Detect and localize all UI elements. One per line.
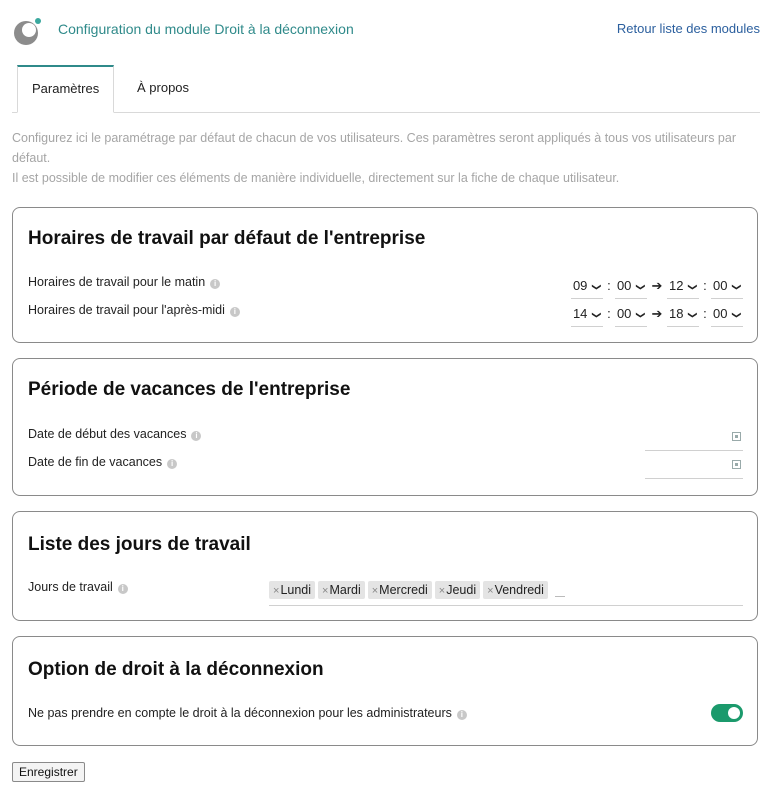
module-title: Configuration du module Droit à la décon… [58, 21, 354, 37]
tag-label: Lundi [280, 583, 312, 597]
info-icon[interactable]: i [210, 279, 221, 289]
afternoon-start-minute-select[interactable]: 00 ❯ [614, 302, 647, 327]
work-days-title: Liste des jours de travail [28, 534, 251, 555]
chevron-down-icon: ❯ [732, 311, 743, 319]
app-logo-icon [14, 18, 41, 45]
save-button[interactable]: Enregistrer [12, 762, 85, 782]
remove-tag-icon[interactable]: × [322, 585, 328, 597]
morning-end-hour-select[interactable]: 12 ❯ [666, 274, 699, 299]
info-icon[interactable]: i [229, 307, 240, 317]
calendar-icon[interactable] [732, 460, 741, 469]
disconnect-option-card: Option de droit à la déconnexion Ne pas … [12, 636, 758, 746]
work-days-label: Jours de travail i [28, 580, 128, 594]
admin-exclusion-label: Ne pas prendre en compte le droit à la d… [28, 706, 467, 720]
chevron-down-icon: ❯ [732, 283, 743, 291]
tag-mardi: ×Mardi [318, 581, 365, 599]
back-to-modules-link[interactable]: Retour liste des modules [617, 21, 760, 36]
disconnect-option-title: Option de droit à la déconnexion [28, 659, 324, 680]
work-days-label-text: Jours de travail [28, 580, 113, 594]
calendar-icon[interactable] [732, 432, 741, 441]
tag-label: Mardi [329, 583, 361, 597]
vacation-end-label-text: Date de fin de vacances [28, 455, 163, 469]
vacation-title: Période de vacances de l'entreprise [28, 379, 351, 400]
tab-parametres[interactable]: Paramètres [17, 65, 115, 113]
tag-vendredi: ×Vendredi [483, 581, 548, 599]
info-icon[interactable]: i [191, 431, 202, 441]
intro-text: Configurez ici le paramétrage par défaut… [12, 128, 752, 188]
vacation-start-date-field[interactable] [645, 426, 743, 451]
info-icon[interactable]: i [167, 459, 178, 469]
admin-exclusion-label-text: Ne pas prendre en compte le droit à la d… [28, 706, 452, 720]
chevron-down-icon: ❯ [592, 311, 603, 319]
morning-hours-label: Horaires de travail pour le matin i [28, 275, 221, 289]
tab-a-propos[interactable]: À propos [123, 65, 203, 111]
work-days-card: Liste des jours de travail Jours de trav… [12, 511, 758, 621]
vacation-start-label-text: Date de début des vacances [28, 427, 187, 441]
remove-tag-icon[interactable]: × [372, 585, 378, 597]
tag-label: Jeudi [446, 583, 477, 597]
info-icon[interactable]: i [456, 710, 467, 720]
tag-label: Vendredi [494, 583, 544, 597]
chevron-down-icon: ❯ [688, 311, 699, 319]
morning-end-minute-select[interactable]: 00 ❯ [710, 274, 743, 299]
morning-start-minute-select[interactable]: 00 ❯ [614, 274, 647, 299]
chevron-down-icon: ❯ [592, 283, 603, 291]
tab-bar: Paramètres À propos [12, 65, 760, 113]
info-icon[interactable]: i [117, 584, 128, 594]
afternoon-start-hour-select[interactable]: 14 ❯ [570, 302, 603, 327]
morning-hours-label-text: Horaires de travail pour le matin [28, 275, 206, 289]
chevron-down-icon: ❯ [636, 283, 647, 291]
afternoon-end-hour-select[interactable]: 18 ❯ [666, 302, 699, 327]
vacation-start-label: Date de début des vacances i [28, 427, 202, 441]
toggle-knob [728, 707, 740, 719]
vacation-end-date-field[interactable] [645, 454, 743, 479]
vacation-card: Période de vacances de l'entreprise Date… [12, 358, 758, 496]
remove-tag-icon[interactable]: × [273, 585, 279, 597]
admin-exclusion-toggle[interactable] [711, 704, 743, 722]
morning-start-hour-select[interactable]: 09 ❯ [570, 274, 603, 299]
working-hours-card: Horaires de travail par défaut de l'entr… [12, 207, 758, 343]
remove-tag-icon[interactable]: × [487, 585, 493, 597]
tag-input-caret[interactable] [554, 582, 565, 597]
tag-mercredi: ×Mercredi [367, 581, 432, 599]
afternoon-hours-label-text: Horaires de travail pour l'après-midi [28, 303, 225, 317]
work-days-multiselect[interactable]: ×Lundi ×Mardi ×Mercredi ×Jeudi ×Vendredi [269, 577, 743, 606]
afternoon-time-range: 14 ❯:00 ❯ ➔ 18 ❯:00 ❯ [570, 302, 743, 327]
intro-line-1: Configurez ici le paramétrage par défaut… [12, 131, 736, 165]
intro-line-2: Il est possible de modifier ces éléments… [12, 171, 620, 185]
tag-jeudi: ×Jeudi [434, 581, 481, 599]
remove-tag-icon[interactable]: × [439, 585, 445, 597]
working-hours-title: Horaires de travail par défaut de l'entr… [28, 228, 426, 249]
tag-label: Mercredi [379, 583, 428, 597]
chevron-down-icon: ❯ [688, 283, 699, 291]
page-header: Configuration du module Droit à la décon… [12, 12, 760, 48]
afternoon-hours-label: Horaires de travail pour l'après-midi i [28, 303, 240, 317]
chevron-down-icon: ❯ [636, 311, 647, 319]
tag-lundi: ×Lundi [269, 581, 316, 599]
afternoon-end-minute-select[interactable]: 00 ❯ [710, 302, 743, 327]
morning-time-range: 09 ❯:00 ❯ ➔ 12 ❯:00 ❯ [570, 274, 743, 299]
vacation-end-label: Date de fin de vacances i [28, 455, 178, 469]
